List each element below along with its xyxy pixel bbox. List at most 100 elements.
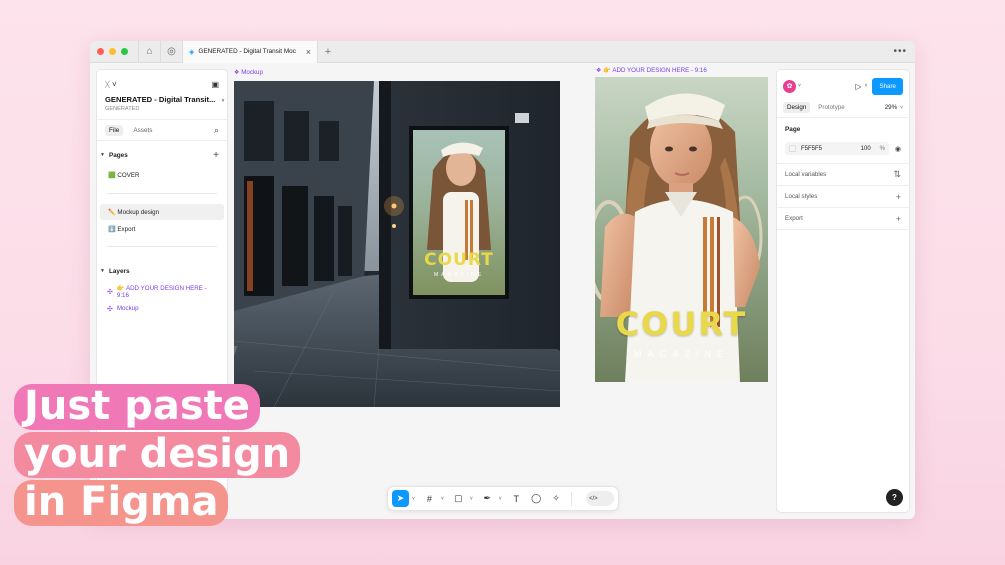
close-window-button[interactable] xyxy=(97,48,104,55)
page-color-field[interactable]: F5F5F5 100 % xyxy=(785,142,889,155)
file-tab[interactable]: ◈ GENERATED - Digital Transit Moc × xyxy=(182,41,318,63)
layer-item-mockup[interactable]: ✣ Mockup xyxy=(97,300,227,317)
eye-icon[interactable]: ◉ xyxy=(895,145,901,153)
frame-label-mockup[interactable]: ❖ Mockup xyxy=(234,69,263,76)
tab-file[interactable]: File xyxy=(105,124,124,136)
tab-prototype[interactable]: Prototype xyxy=(818,104,844,111)
poster-subtitle: MAGAZINE xyxy=(633,349,729,359)
dev-mode-toggle[interactable]: </> xyxy=(586,491,614,506)
page-color-hex[interactable]: F5F5F5 xyxy=(801,146,822,152)
canvas[interactable]: ❖ Mockup ❖ 👉 ADD YOUR DESIGN HERE - 9:16 xyxy=(230,63,774,519)
layer-label: Mockup xyxy=(116,305,139,312)
minimize-window-button[interactable] xyxy=(109,48,116,55)
search-icon[interactable]: ⌕ xyxy=(214,125,219,136)
help-button[interactable]: ? xyxy=(886,489,903,506)
globe-icon[interactable]: ◎ xyxy=(160,41,182,63)
headline-line-1: Just paste xyxy=(14,384,260,430)
chevron-down-icon[interactable]: ˅ xyxy=(441,496,444,502)
left-panel-header: ᚷ ˅ ▣ xyxy=(97,70,227,90)
more-menu-icon[interactable]: ••• xyxy=(893,46,907,57)
zoom-control[interactable]: 29% ˅ xyxy=(885,104,903,111)
mockup-screen: COURT MAGAZINE xyxy=(413,130,505,295)
multiplayer-avatar[interactable]: ✿ xyxy=(783,79,796,93)
local-styles-row[interactable]: Local styles + xyxy=(777,186,909,208)
mockup-poster-subtitle: MAGAZINE xyxy=(433,272,485,278)
headline-line-3: in Figma xyxy=(14,480,229,526)
design-frame[interactable]: COURT MAGAZINE xyxy=(595,77,768,382)
layer-item-add-design[interactable]: ✣ 👉 ADD YOUR DESIGN HERE - 9:16 xyxy=(97,283,227,300)
new-tab-button[interactable]: + xyxy=(318,46,338,58)
pages-label: Pages xyxy=(108,151,128,159)
title-bar: ⌂ ◎ ◈ GENERATED - Digital Transit Moc × … xyxy=(90,41,915,63)
variables-settings-icon[interactable]: ⇅ xyxy=(893,169,901,180)
page-item-export[interactable]: ⬇️ Export xyxy=(100,221,224,237)
layers-header[interactable]: ▼ Layers xyxy=(97,263,227,279)
maximize-window-button[interactable] xyxy=(121,48,128,55)
window-controls xyxy=(97,48,128,55)
page-item-cover[interactable]: 🟩 COVER xyxy=(100,167,224,183)
right-panel-header: ✿ ˅ ▷ ˅ Share xyxy=(777,70,909,96)
export-label: Export xyxy=(785,215,803,222)
layer-label: 👉 ADD YOUR DESIGN HERE - 9:16 xyxy=(116,285,207,299)
add-export-icon[interactable]: + xyxy=(896,214,901,224)
local-variables-label: Local variables xyxy=(785,171,827,178)
page-color-row: F5F5F5 100 % ◉ xyxy=(785,142,901,155)
chevron-down-icon[interactable]: ˅ xyxy=(412,496,415,502)
mockup-screen-illustration xyxy=(427,142,491,282)
design-tabs: Design Prototype 29% ˅ xyxy=(777,98,909,118)
frame-label-add-design[interactable]: ❖ 👉 ADD YOUR DESIGN HERE - 9:16 xyxy=(596,66,707,74)
file-project: GENERATED xyxy=(105,106,140,112)
pages-header[interactable]: ▼ Pages + xyxy=(97,147,227,163)
local-styles-label: Local styles xyxy=(785,193,818,200)
file-tab-label: GENERATED - Digital Transit Moc xyxy=(198,48,296,55)
right-panel: ✿ ˅ ▷ ˅ Share Design Prototype 29% ˅ Page… xyxy=(776,69,910,513)
component-icon: ✣ xyxy=(107,305,113,313)
actions-sparkle-icon[interactable]: ✧ xyxy=(548,490,565,507)
add-page-icon[interactable]: + xyxy=(213,150,219,161)
mockup-poster-title: COURT xyxy=(424,250,494,270)
present-play-icon[interactable]: ▷ xyxy=(855,82,861,91)
close-tab-icon[interactable]: × xyxy=(306,47,311,57)
page-opacity[interactable]: 100 xyxy=(861,146,871,152)
home-icon[interactable]: ⌂ xyxy=(138,41,160,63)
chevron-down-icon: ▼ xyxy=(100,268,105,274)
pen-tool-icon[interactable]: ✒ xyxy=(479,490,496,507)
file-title-text: GENERATED - Digital Transit... xyxy=(105,95,216,104)
frame-tool-icon[interactable]: # xyxy=(421,490,438,507)
poster-title: COURT xyxy=(615,305,748,343)
toolbar-divider xyxy=(570,491,572,506)
color-swatch[interactable] xyxy=(789,145,796,152)
street-photo-illustration xyxy=(234,81,560,407)
page-section: Page F5F5F5 100 % ◉ xyxy=(777,118,909,164)
bottom-toolbar: ➤ ˅ # ˅ ▢ ˅ ✒ ˅ T ◯ ✧ </> xyxy=(387,486,619,511)
tab-assets[interactable]: Assets xyxy=(133,127,152,134)
local-variables-row[interactable]: Local variables ⇅ xyxy=(777,164,909,186)
left-panel-tabs: File Assets ⌕ xyxy=(97,119,227,141)
figma-file-icon: ◈ xyxy=(189,48,195,56)
component-icon: ✣ xyxy=(107,288,113,296)
file-title[interactable]: GENERATED - Digital Transit... ˅ xyxy=(97,90,227,104)
chevron-down-icon: ˅ xyxy=(900,105,903,111)
share-button[interactable]: Share xyxy=(872,77,903,95)
add-style-icon[interactable]: + xyxy=(896,192,901,202)
toggle-sidebar-icon[interactable]: ▣ xyxy=(211,80,219,89)
chevron-down-icon[interactable]: ˅ xyxy=(470,496,473,502)
comment-tool-icon[interactable]: ◯ xyxy=(528,490,545,507)
export-row[interactable]: Export + xyxy=(777,208,909,230)
page-section-title: Page xyxy=(785,126,801,133)
chevron-down-icon[interactable]: ˅ xyxy=(798,83,801,89)
headline-line-2: your design xyxy=(14,432,301,478)
chevron-down-icon[interactable]: ˅ xyxy=(865,83,868,89)
tab-design[interactable]: Design xyxy=(783,102,811,113)
opacity-unit: % xyxy=(879,145,885,152)
text-tool-icon[interactable]: T xyxy=(508,490,525,507)
page-divider xyxy=(107,193,217,194)
figma-menu-icon[interactable]: ᚷ ˅ xyxy=(105,80,117,89)
move-tool-icon[interactable]: ➤ xyxy=(392,490,409,507)
zoom-level: 29% xyxy=(884,104,898,111)
page-item-mockup-design[interactable]: ✏️ Mockup design xyxy=(100,204,224,220)
rectangle-tool-icon[interactable]: ▢ xyxy=(450,490,467,507)
chevron-down-icon[interactable]: ˅ xyxy=(499,496,502,502)
page-divider xyxy=(107,246,217,247)
mockup-frame[interactable]: COURT MAGAZINE xyxy=(234,81,560,407)
